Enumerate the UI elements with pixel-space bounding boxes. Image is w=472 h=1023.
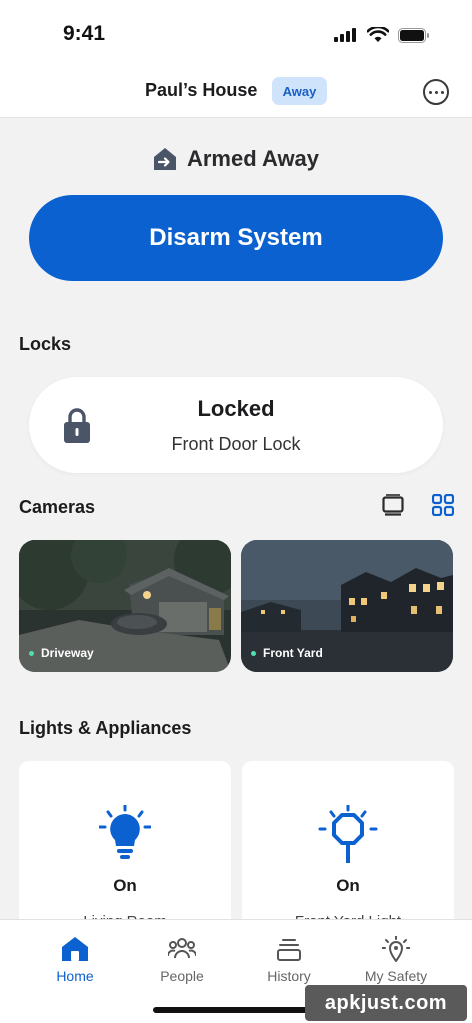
house-name[interactable]: Paul’s House	[145, 80, 257, 101]
tab-history[interactable]: History	[235, 936, 343, 984]
wifi-icon	[367, 27, 389, 42]
security-state: Armed Away	[0, 146, 472, 172]
more-dot-icon	[440, 90, 444, 94]
tab-home[interactable]: Home	[21, 936, 129, 984]
camera-name: Front Yard	[263, 646, 323, 660]
more-dot-icon	[434, 90, 438, 94]
outdoor-light-icon	[318, 805, 378, 863]
security-state-label: Armed Away	[186, 146, 320, 171]
people-icon	[168, 938, 196, 959]
cameras-section-title: Cameras	[19, 497, 96, 517]
camera-card-front-yard[interactable]: Front Yard	[241, 540, 453, 672]
more-options-button[interactable]	[423, 79, 449, 105]
live-dot-icon	[29, 650, 34, 656]
locks-section-title: Locks	[19, 334, 72, 354]
safety-icon	[382, 936, 410, 962]
lock-card[interactable]: Locked Front Door Lock	[29, 377, 443, 473]
cellular-signal-icon	[334, 28, 356, 42]
lock-status: Locked	[197, 396, 275, 421]
status-bar: 9:41	[0, 0, 472, 66]
mode-badge: Away	[272, 77, 327, 105]
grid-view-icon[interactable]	[432, 494, 454, 516]
camera-card-driveway[interactable]: Driveway	[19, 540, 231, 672]
lightbulb-icon	[99, 805, 151, 859]
camera-label: Driveway	[29, 646, 94, 660]
tab-my-safety-label: My Safety	[364, 968, 428, 984]
camera-label: Front Yard	[251, 646, 323, 660]
appliance-status: On	[336, 876, 360, 895]
status-time: 9:41	[63, 22, 106, 45]
single-view-icon[interactable]	[382, 494, 404, 516]
appliance-status: On	[113, 876, 137, 895]
armed-away-icon	[153, 148, 176, 170]
header: Paul’s House Away	[0, 66, 472, 118]
camera-name: Driveway	[41, 646, 94, 660]
live-dot-icon	[251, 650, 256, 656]
battery-icon	[398, 27, 429, 43]
camera-view-toggle	[382, 494, 454, 516]
lights-section-title: Lights & Appliances	[19, 718, 192, 738]
tab-history-label: History	[267, 968, 311, 984]
tab-my-safety[interactable]: My Safety	[342, 936, 450, 984]
watermark: apkjust.com	[305, 985, 467, 1021]
status-icons	[334, 27, 430, 43]
lock-name: Front Door Lock	[171, 434, 301, 454]
history-icon	[277, 939, 301, 961]
disarm-system-button[interactable]: Disarm System	[29, 195, 443, 281]
more-dot-icon	[428, 90, 432, 94]
home-icon	[62, 937, 88, 961]
tab-home-label: Home	[56, 968, 94, 984]
tab-people[interactable]: People	[128, 936, 236, 984]
tab-people-label: People	[160, 968, 204, 984]
home-indicator	[153, 1007, 319, 1013]
